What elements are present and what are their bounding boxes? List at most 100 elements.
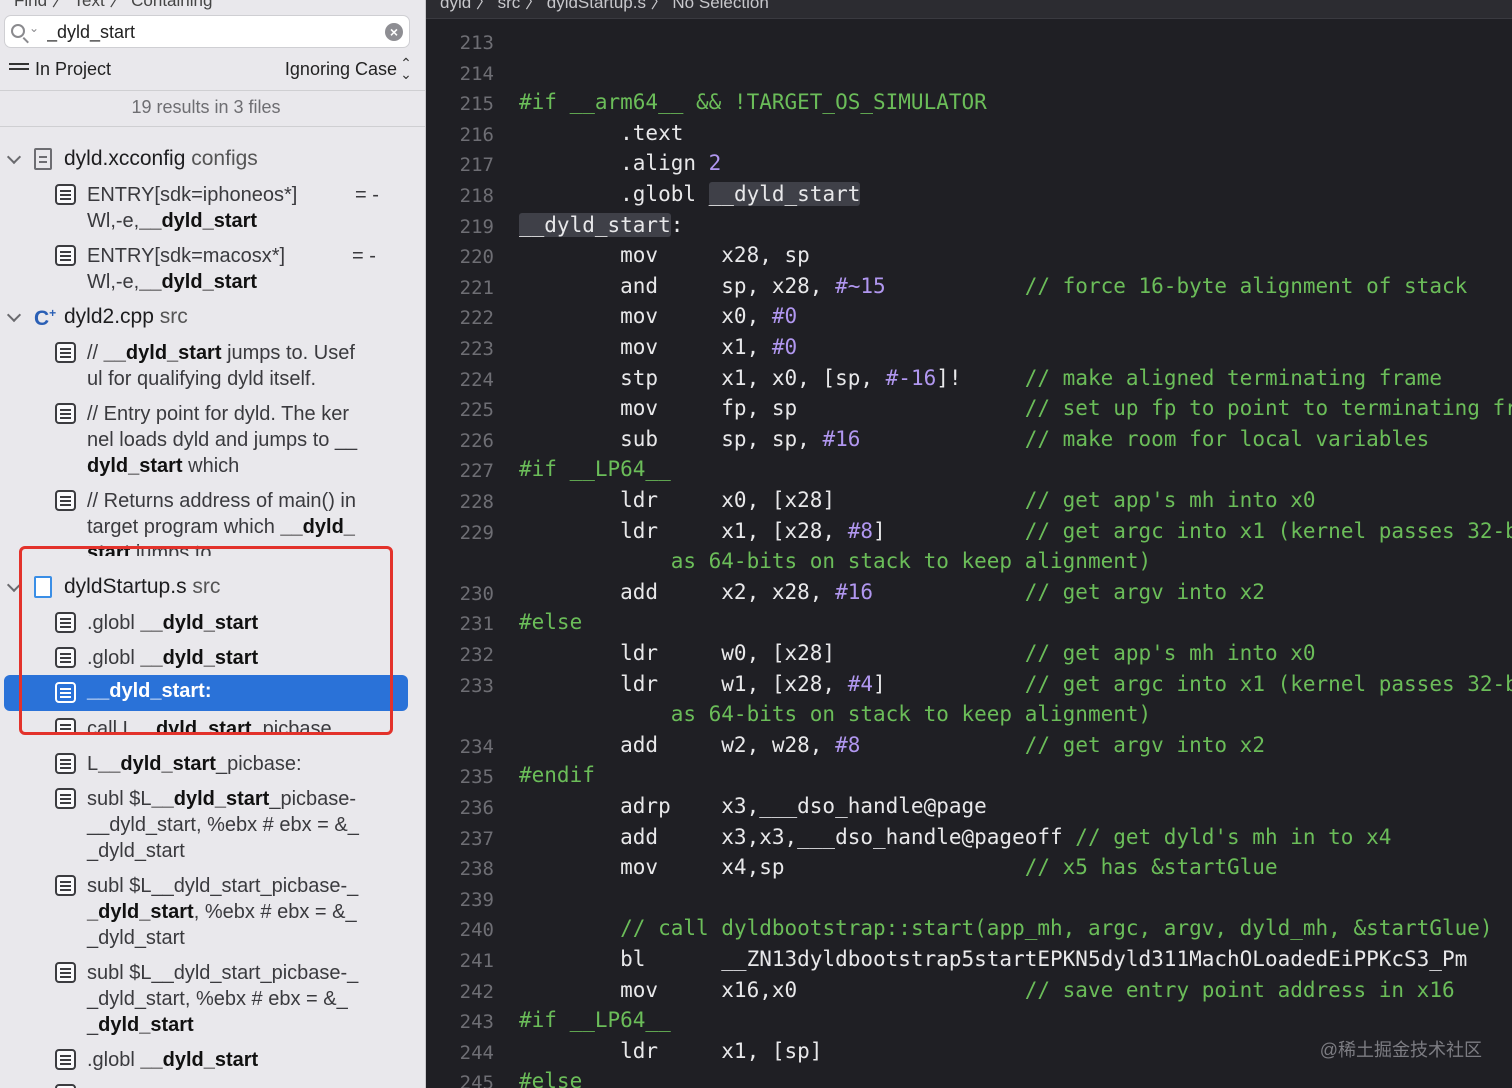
result-text: Wl,-e, — [87, 271, 140, 293]
code-line[interactable]: mov x4,sp // x5 has &startGlue — [519, 855, 1277, 879]
line-number: 245 — [459, 1072, 494, 1088]
up-down-chevron-icon[interactable]: ⌃ ⌄ — [400, 56, 412, 81]
line-number: 222 — [459, 307, 494, 330]
line-number: 226 — [459, 429, 494, 452]
line-number: 231 — [459, 613, 494, 636]
code-line[interactable]: add x2, x28, #16 // get argv into x2 — [519, 580, 1265, 604]
result-text: which — [182, 455, 240, 477]
match-text: __dyld_start — [151, 788, 270, 810]
line-number: 232 — [459, 644, 494, 666]
code-line[interactable]: adrp x3,___dso_handle@page — [519, 794, 987, 818]
code-line[interactable]: __dyld_start: — [519, 212, 683, 237]
line-number: 224 — [459, 368, 494, 391]
result-text: jumps to. Usef — [221, 342, 355, 364]
code-line[interactable]: .align 2 — [519, 151, 721, 175]
code-line[interactable]: stp x1, x0, [sp, #-16]! // make aligned … — [519, 366, 1442, 390]
scope-list-icon — [9, 63, 29, 75]
code-line[interactable]: .globl __dyld_start — [519, 182, 861, 206]
scope-button[interactable]: In Project — [35, 59, 111, 80]
result-text: subl $L__dyld_start_picbase-_ — [87, 962, 359, 984]
jump-bar-path[interactable]: dyld 〉 src 〉 dyldStartup.s 〉 No Selectio… — [440, 0, 769, 13]
line-number: 219 — [459, 215, 494, 238]
group-folder: configs — [191, 147, 258, 170]
code-line[interactable]: add w2, w28, #8 // get argv into x2 — [519, 733, 1265, 757]
line-number: 215 — [459, 93, 494, 116]
match-text: __dyld_ — [280, 516, 355, 538]
line-number: 217 — [459, 154, 494, 177]
code-line[interactable]: ldr x1, [sp] — [519, 1039, 822, 1063]
line-number: 229 — [459, 521, 494, 544]
find-breadcrumb[interactable]: Find 〉 Text 〉 Containing — [14, 0, 212, 11]
results-summary: 19 results in 3 files — [131, 97, 281, 117]
code-line[interactable]: mov x0, #0 — [519, 304, 797, 328]
code-line[interactable]: ldr w1, [x28, #4] // get argc into x1 (k… — [519, 672, 1512, 696]
result-text: _ — [87, 1014, 99, 1036]
code-line[interactable]: #else — [519, 610, 582, 634]
line-number: 242 — [459, 980, 494, 1003]
line-result-icon — [55, 1049, 76, 1070]
jump-bar[interactable]: dyld 〉 src 〉 dyldStartup.s 〉 No Selectio… — [426, 0, 1512, 19]
code-line[interactable]: // call dyldbootstrap::start(app_mh, arg… — [519, 916, 1492, 940]
code-line[interactable]: as 64-bits on stack to keep alignment) — [519, 702, 1151, 726]
result-text: subl $L__dyld_start_picbase-_ — [87, 875, 359, 897]
search-options-chevron-icon[interactable]: ⌄ — [29, 21, 39, 35]
code-line[interactable]: add x3,x3,___dso_handle@pageoff // get d… — [519, 825, 1391, 849]
code-line[interactable]: and sp, x28, #~15 // force 16-byte align… — [519, 274, 1467, 298]
code-line[interactable]: as 64-bits on stack to keep alignment) — [519, 549, 1151, 573]
result-text: ENTRY[sdk=iphoneos*] — [87, 184, 298, 206]
line-result-icon — [55, 342, 76, 363]
line-number: 223 — [459, 338, 494, 360]
search-icon[interactable] — [11, 24, 25, 38]
code-line[interactable]: bl __ZN13dyldbootstrap5startEPKN5dyld311… — [519, 947, 1467, 971]
search-field[interactable]: ⌄ × — [4, 15, 410, 48]
line-number: 225 — [459, 399, 494, 422]
line-result-icon — [55, 403, 76, 424]
result-text: ul for qualifying dyld itself. — [87, 368, 317, 390]
code-line[interactable]: sub sp, sp, #16 // make room for local v… — [519, 427, 1429, 451]
line-number: 233 — [459, 674, 494, 697]
case-sensitivity-button[interactable]: Ignoring Case — [285, 59, 397, 80]
find-navigator: Find 〉 Text 〉 Containing ⌄ × In Project … — [0, 0, 426, 1088]
code-line[interactable]: #endif — [519, 763, 595, 787]
line-number: 234 — [459, 735, 494, 758]
result-text: , %ebx # ebx = &_ — [193, 901, 357, 923]
annotation-highlight-box — [19, 546, 393, 735]
result-text: // — [87, 342, 104, 364]
result-text: _dyld_start — [87, 927, 185, 949]
code-line[interactable]: #if __LP64__ — [519, 457, 671, 481]
result-text: _picbase: — [215, 753, 302, 775]
match-text: __dyld_start — [139, 271, 258, 293]
code-line[interactable]: mov fp, sp // set up fp to point to term… — [519, 396, 1512, 420]
code-line[interactable]: .text — [519, 121, 683, 145]
disclosure-chevron-icon[interactable] — [6, 307, 22, 323]
code-line[interactable]: ldr x0, [x28] // get app's mh into x0 — [519, 488, 1315, 512]
code-editor[interactable]: dyld 〉 src 〉 dyldStartup.s 〉 No Selectio… — [426, 0, 1512, 1088]
line-result-icon — [55, 962, 76, 983]
line-result-icon — [55, 184, 76, 205]
match-text: __dyld_start — [140, 1049, 259, 1071]
code-line[interactable]: mov x28, sp — [519, 243, 810, 267]
line-result-icon — [55, 875, 76, 896]
clear-search-icon[interactable]: × — [385, 23, 403, 41]
group-file-name: dyld2.cpp — [64, 305, 154, 328]
disclosure-chevron-icon[interactable] — [6, 149, 22, 165]
line-number: 244 — [459, 1041, 494, 1064]
line-number: 235 — [459, 766, 494, 789]
result-text: .globl — [87, 1049, 141, 1071]
cpp-file-icon: C+ — [34, 306, 57, 330]
result-text: // Entry point for dyld. The ker — [87, 403, 349, 425]
result-text: target program which — [87, 516, 281, 538]
result-text: // Returns address of main() in — [87, 490, 356, 512]
code-line[interactable]: mov x16,x0 // save entry point address i… — [519, 978, 1454, 1002]
code-line[interactable]: ldr x1, [x28, #8] // get argc into x1 (k… — [519, 519, 1512, 543]
code-line[interactable]: mov x1, #0 — [519, 335, 797, 359]
search-input[interactable] — [47, 20, 377, 44]
code-line[interactable]: #else — [519, 1069, 582, 1088]
line-number: 214 — [459, 62, 494, 85]
xcconfig-file-icon — [34, 148, 52, 170]
code-line[interactable]: #if __LP64__ — [519, 1008, 671, 1032]
code-line[interactable]: ldr w0, [x28] // get app's mh into x0 — [519, 641, 1315, 665]
code-line[interactable]: #if __arm64__ && !TARGET_OS_SIMULATOR — [519, 90, 987, 114]
scope-row: In Project Ignoring Case ⌃ ⌄ — [0, 56, 425, 84]
result-text: _dyld_start — [87, 840, 185, 862]
